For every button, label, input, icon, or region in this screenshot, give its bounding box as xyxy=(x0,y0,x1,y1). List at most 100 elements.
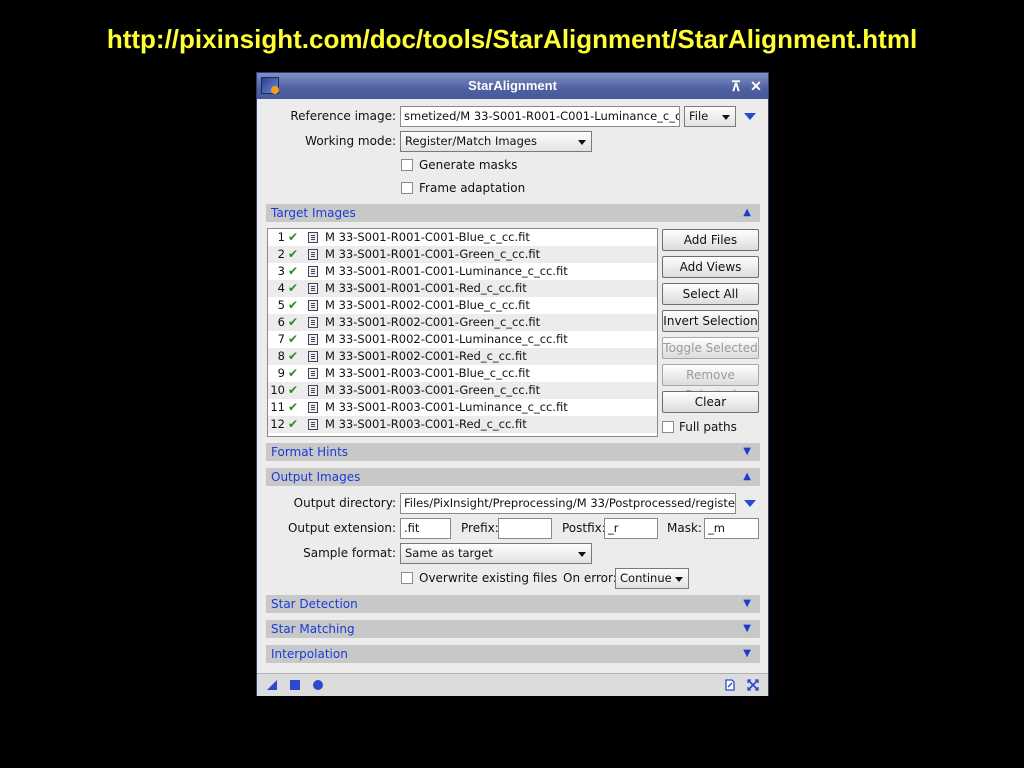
sample-format-value: Same as target xyxy=(405,546,493,560)
working-mode-select[interactable]: Register/Match Images xyxy=(400,131,592,152)
on-error-select[interactable]: Continue xyxy=(615,568,689,589)
target-images-list[interactable]: 1 ✔ M 33-S001-R001-C001-Blue_c_cc.fit 2 ✔ M 3… xyxy=(267,228,658,437)
file-icon xyxy=(308,351,318,362)
section-title: Output Images xyxy=(271,470,361,484)
generate-masks-checkbox[interactable] xyxy=(401,159,413,171)
section-output-images[interactable]: Output Images ▲︎ xyxy=(266,468,760,486)
file-icon xyxy=(308,385,318,396)
apply-global-icon[interactable] xyxy=(289,679,301,691)
close-icon[interactable]: ✕ xyxy=(747,73,765,99)
new-instance-icon[interactable] xyxy=(266,679,278,691)
file-icon xyxy=(308,300,318,311)
mask-input[interactable]: _m xyxy=(704,518,759,539)
section-star-detection[interactable]: Star Detection ▼︎ xyxy=(266,595,760,613)
reference-source-select[interactable]: File xyxy=(684,106,736,127)
collapse-icon[interactable]: ▲︎ xyxy=(743,204,751,222)
row-number: 1 xyxy=(277,230,285,244)
file-icon xyxy=(308,232,318,243)
file-icon xyxy=(308,402,318,413)
overwrite-checkbox[interactable] xyxy=(401,572,413,584)
clear-button[interactable]: Clear xyxy=(662,391,759,413)
checkmark-icon[interactable]: ✔ xyxy=(288,280,298,297)
sample-format-label: Sample format: xyxy=(303,546,396,560)
chevron-down-icon xyxy=(722,115,730,120)
expand-icon[interactable]: ▼︎ xyxy=(743,645,751,663)
list-item[interactable]: 11 ✔ M 33-S001-R003-C001-Luminance_c_cc.fi… xyxy=(268,399,657,416)
output-directory-input[interactable]: Files/PixInsight/Preprocessing/M 33/Post… xyxy=(400,493,736,514)
on-error-value: Continue xyxy=(620,571,672,585)
list-item[interactable]: 2 ✔ M 33-S001-R001-C001-Green_c_cc.fit xyxy=(268,246,657,263)
list-item[interactable]: 3 ✔ M 33-S001-R001-C001-Luminance_c_cc.fit xyxy=(268,263,657,280)
checkmark-icon[interactable]: ✔ xyxy=(288,314,298,331)
section-title: Format Hints xyxy=(271,445,349,459)
file-icon xyxy=(308,249,318,260)
add-files-button[interactable]: Add Files xyxy=(662,229,759,251)
prefix-input[interactable] xyxy=(498,518,552,539)
row-number: 7 xyxy=(277,332,285,346)
file-name: M 33-S001-R001-C001-Blue_c_cc.fit xyxy=(325,230,530,244)
row-number: 8 xyxy=(277,349,285,363)
row-number: 9 xyxy=(277,366,285,380)
checkmark-icon[interactable]: ✔ xyxy=(288,331,298,348)
file-name: M 33-S001-R003-C001-Luminance_c_cc.fit xyxy=(325,400,568,414)
checkmark-icon[interactable]: ✔ xyxy=(288,246,298,263)
file-icon xyxy=(308,419,318,430)
documentation-icon[interactable] xyxy=(724,679,736,691)
checkmark-icon[interactable]: ✔ xyxy=(288,416,298,433)
file-name: M 33-S001-R002-C001-Red_c_cc.fit xyxy=(325,349,527,363)
add-views-button[interactable]: Add Views xyxy=(662,256,759,278)
select-all-button[interactable]: Select All xyxy=(662,283,759,305)
title-bar[interactable]: StarAlignment ⊼ ✕ xyxy=(257,73,768,99)
checkmark-icon[interactable]: ✔ xyxy=(288,399,298,416)
checkmark-icon[interactable]: ✔ xyxy=(288,348,298,365)
list-item[interactable]: 7 ✔ M 33-S001-R002-C001-Luminance_c_cc.fit xyxy=(268,331,657,348)
file-icon xyxy=(308,334,318,345)
list-item[interactable]: 12 ✔ M 33-S001-R003-C001-Red_c_cc.fit xyxy=(268,416,657,433)
file-icon xyxy=(308,266,318,277)
full-paths-checkbox[interactable] xyxy=(662,421,674,433)
expand-icon[interactable]: ▼︎ xyxy=(743,595,751,613)
list-item[interactable]: 4 ✔ M 33-S001-R001-C001-Red_c_cc.fit xyxy=(268,280,657,297)
list-item[interactable]: 10 ✔ M 33-S001-R003-C001-Green_c_cc.fit xyxy=(268,382,657,399)
remove-selected-button[interactable]: Remove Selected xyxy=(662,364,759,402)
frame-adaptation-label: Frame adaptation xyxy=(419,181,526,195)
section-interpolation[interactable]: Interpolation ▼︎ xyxy=(266,645,760,663)
overwrite-label: Overwrite existing files xyxy=(419,571,558,585)
collapse-icon[interactable]: ▲︎ xyxy=(743,468,751,486)
output-extension-input[interactable]: .fit xyxy=(400,518,451,539)
section-star-matching[interactable]: Star Matching ▼︎ xyxy=(266,620,760,638)
sample-format-select[interactable]: Same as target xyxy=(400,543,592,564)
toggle-selected-button[interactable]: Toggle Selected xyxy=(662,337,759,359)
reference-dropdown-icon[interactable] xyxy=(744,113,756,120)
checkmark-icon[interactable]: ✔ xyxy=(288,365,298,382)
frame-adaptation-checkbox[interactable] xyxy=(401,182,413,194)
section-target-images[interactable]: Target Images ▲︎ xyxy=(266,204,760,222)
reference-image-input[interactable]: smetized/M 33-S001-R001-C001-Luminance_c… xyxy=(400,106,680,127)
prefix-label: Prefix: xyxy=(461,521,499,535)
invert-selection-button[interactable]: Invert Selection xyxy=(662,310,759,332)
list-item[interactable]: 5 ✔ M 33-S001-R002-C001-Blue_c_cc.fit xyxy=(268,297,657,314)
chevron-down-icon xyxy=(675,577,683,582)
checkmark-icon[interactable]: ✔ xyxy=(288,297,298,314)
checkmark-icon[interactable]: ✔ xyxy=(288,229,298,246)
checkmark-icon[interactable]: ✔ xyxy=(288,382,298,399)
postfix-input[interactable]: _r xyxy=(604,518,658,539)
shade-icon[interactable]: ⊼ xyxy=(727,73,745,99)
file-name: M 33-S001-R002-C001-Green_c_cc.fit xyxy=(325,315,541,329)
reset-icon[interactable] xyxy=(747,679,759,691)
execute-icon[interactable] xyxy=(312,679,324,691)
file-icon xyxy=(308,368,318,379)
postfix-label: Postfix: xyxy=(562,521,606,535)
list-item[interactable]: 6 ✔ M 33-S001-R002-C001-Green_c_cc.fit xyxy=(268,314,657,331)
generate-masks-label: Generate masks xyxy=(419,158,518,172)
section-format-hints[interactable]: Format Hints ▼︎ xyxy=(266,443,760,461)
list-item[interactable]: 9 ✔ M 33-S001-R003-C001-Blue_c_cc.fit xyxy=(268,365,657,382)
section-title: Star Detection xyxy=(271,597,358,611)
list-item[interactable]: 1 ✔ M 33-S001-R001-C001-Blue_c_cc.fit xyxy=(268,229,657,246)
output-directory-dropdown-icon[interactable] xyxy=(744,500,756,507)
checkmark-icon[interactable]: ✔ xyxy=(288,263,298,280)
expand-icon[interactable]: ▼︎ xyxy=(743,620,751,638)
staralignment-window: StarAlignment ⊼ ✕ Reference image: smeti… xyxy=(256,72,769,696)
expand-icon[interactable]: ▼︎ xyxy=(743,443,751,461)
list-item[interactable]: 8 ✔ M 33-S001-R002-C001-Red_c_cc.fit xyxy=(268,348,657,365)
